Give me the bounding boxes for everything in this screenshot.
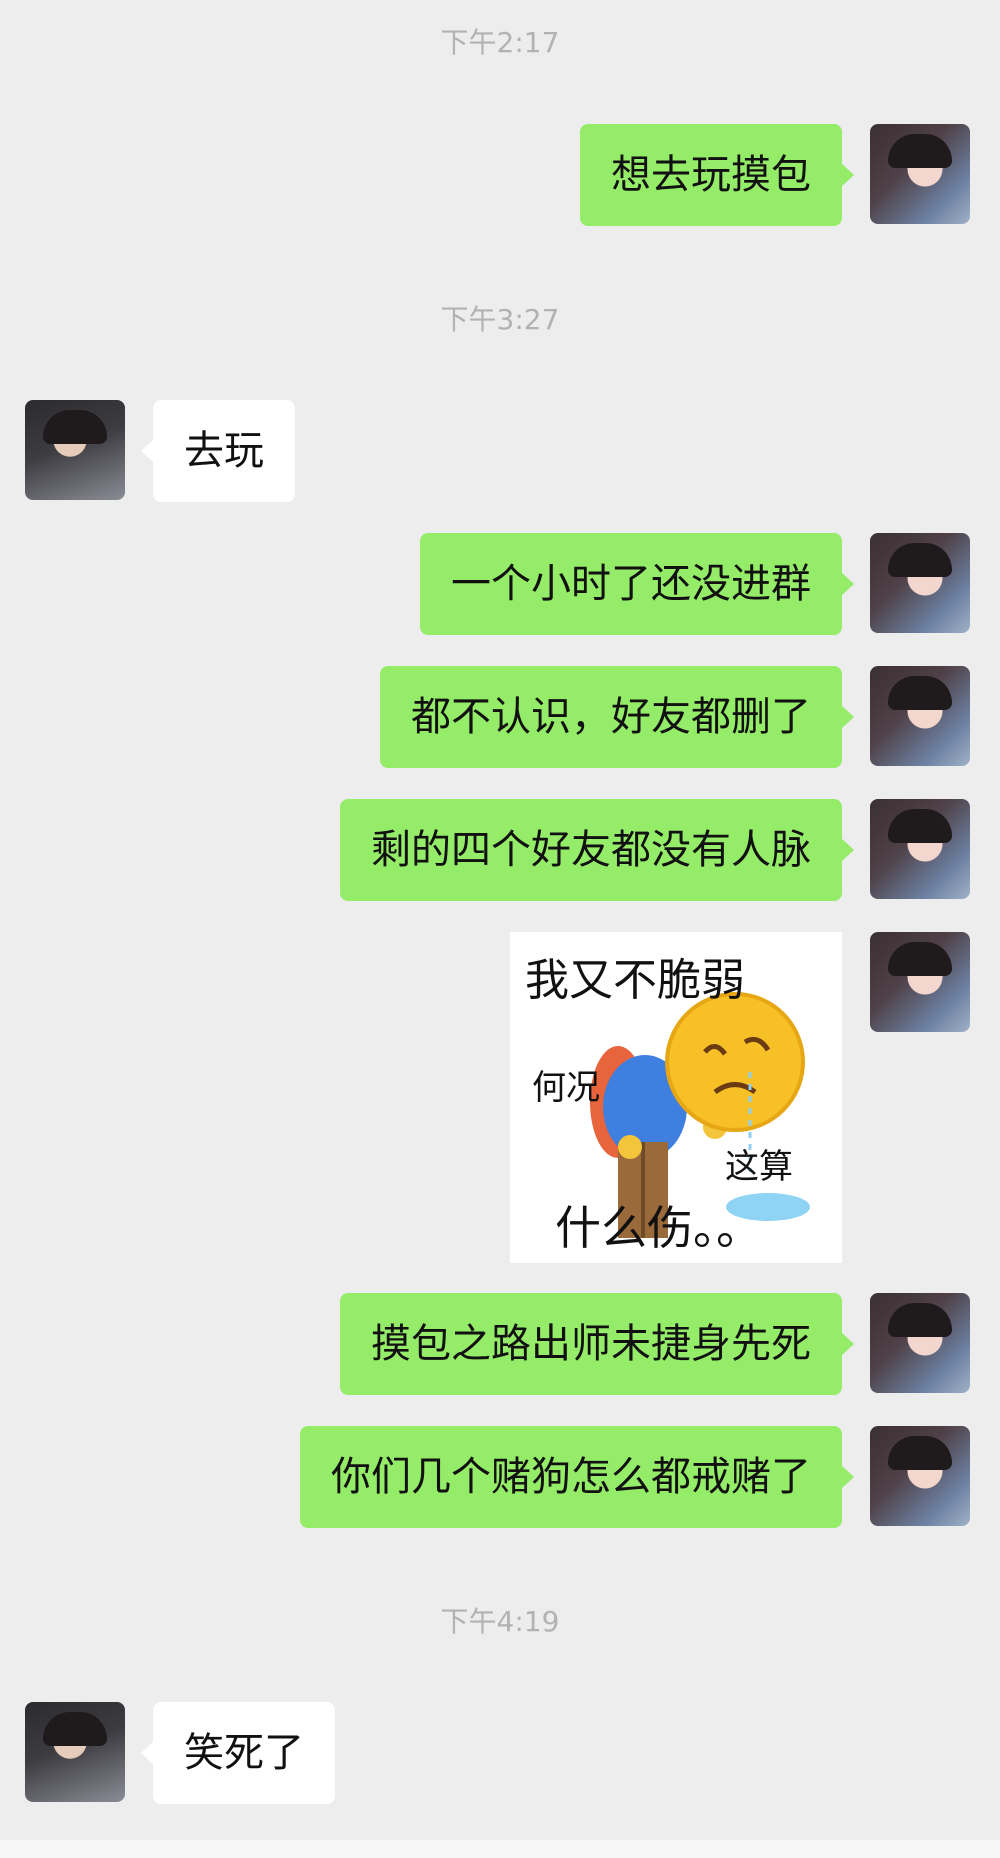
self-avatar[interactable] [870,533,970,633]
message-bubble-self[interactable]: 想去玩摸包 [580,124,854,226]
self-avatar[interactable] [870,932,970,1032]
message-bubble-self[interactable]: 摸包之路出师未捷身先死 [340,1293,854,1395]
message-bubble-other[interactable]: 笑死了 [141,1702,335,1804]
self-avatar[interactable] [870,799,970,899]
self-avatar[interactable] [870,124,970,224]
self-avatar[interactable] [870,1426,970,1526]
contact-avatar[interactable] [25,1702,125,1802]
message-bubble-self[interactable]: 你们几个赌狗怎么都戒赌了 [300,1426,854,1528]
sticker-text: 什么伤。。 [555,1201,762,1255]
message-bubble-other[interactable]: 去玩 [141,400,295,502]
sticker-image[interactable]: 我又不脆弱 何况 这算 什么伤。。 [510,932,842,1263]
sticker-text: 这算 [725,1147,793,1187]
sticker-text: 何况 [532,1068,600,1108]
message-bubble-self[interactable]: 一个小时了还没进群 [420,533,854,635]
timestamp: 下午4:19 [440,1605,560,1638]
sticker-text: 我又不脆弱 [525,955,745,1006]
timestamp: 下午3:27 [440,303,560,336]
self-avatar[interactable] [870,1293,970,1393]
self-avatar[interactable] [870,666,970,766]
contact-avatar[interactable] [25,400,125,500]
timestamp: 下午2:17 [440,26,560,59]
message-bubble-self[interactable]: 剩的四个好友都没有人脉 [340,799,854,901]
message-bubble-self[interactable]: 都不认识，好友都删了 [380,666,854,768]
input-bar-edge [0,1840,1000,1858]
